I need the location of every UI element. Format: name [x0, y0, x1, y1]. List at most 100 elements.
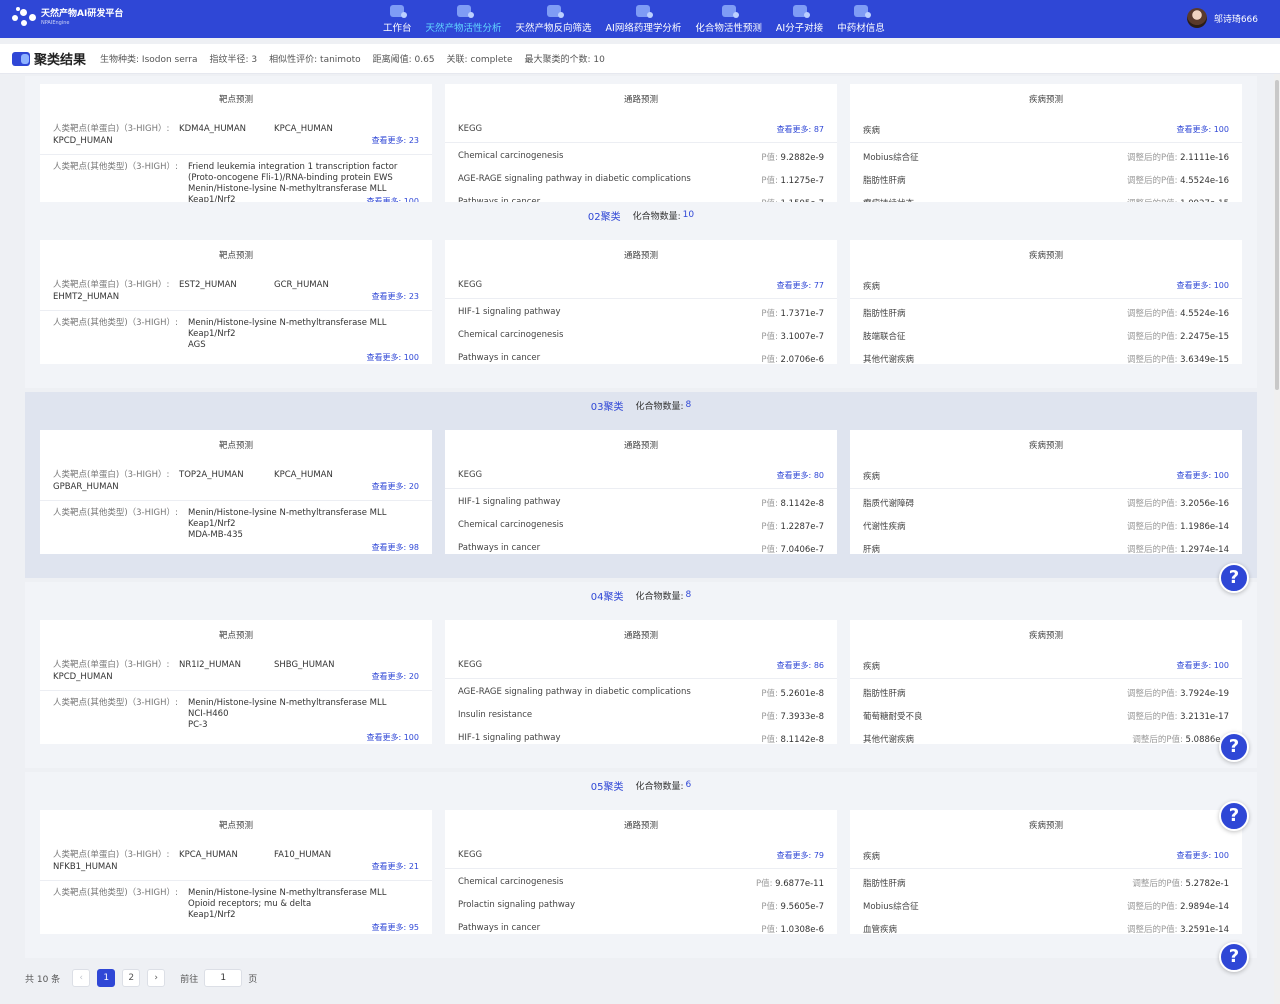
view-more-link[interactable]: 查看更多: 21 [372, 861, 419, 872]
pathway-row[interactable]: HIF-1 signaling pathway P值: 8.1142e-8 [458, 497, 824, 509]
prev-page-button[interactable]: ‹ [72, 969, 91, 987]
view-more-link[interactable]: 查看更多: 80 [777, 470, 824, 481]
target-name[interactable]: Menin/Histone-lysine N-methyltransferase… [188, 184, 386, 195]
pathway-row[interactable]: Pathways in cancer P值: 7.0406e-7 [458, 543, 824, 555]
target-name[interactable]: MDA-MB-435 [188, 530, 243, 541]
view-more-link[interactable]: 查看更多: 100 [1176, 470, 1229, 481]
view-more-link[interactable]: 查看更多: 100 [366, 352, 419, 363]
cluster-header[interactable]: 04聚类 化合物数量: 8 [25, 582, 1257, 608]
disease-row[interactable]: 脂肪性肝病 调整后的P值: 3.7924e-19 [863, 687, 1229, 699]
nav-item[interactable]: AI分子对接 [776, 0, 823, 38]
target-name[interactable]: Keap1/Nrf2 [188, 910, 236, 921]
view-more-link[interactable]: 查看更多: 20 [372, 671, 419, 682]
disease-row[interactable]: 血管疾病 调整后的P值: 3.2591e-14 [863, 923, 1229, 935]
disease-row[interactable]: 肝病 调整后的P值: 1.2974e-14 [863, 543, 1229, 555]
view-more-link[interactable]: 查看更多: 98 [372, 542, 419, 553]
help-button[interactable]: ? [1219, 732, 1249, 762]
target-name[interactable]: Menin/Histone-lysine N-methyltransferase… [188, 318, 386, 329]
disease-row[interactable]: Mobius综合征 调整后的P值: 2.9894e-14 [863, 900, 1229, 912]
target-name[interactable]: SHBG_HUMAN [274, 660, 334, 671]
nav-item[interactable]: 中药材信息 [837, 0, 885, 38]
pathway-row[interactable]: Pathways in cancer P值: 1.0308e-6 [458, 923, 824, 935]
pathway-row[interactable]: Chemical carcinogenesis P值: 9.2882e-9 [458, 151, 824, 163]
help-button[interactable]: ? [1219, 801, 1249, 831]
pathway-row[interactable]: Chemical carcinogenesis P值: 9.6877e-11 [458, 877, 824, 889]
nav-item[interactable]: 天然产物活性分析 [426, 0, 502, 38]
target-name[interactable]: Friend leukemia integration 1 transcript… [188, 162, 397, 173]
disease-row[interactable]: Mobius综合征 调整后的P值: 2.1111e-16 [863, 151, 1229, 163]
target-name[interactable]: KPCA_HUMAN [274, 124, 333, 135]
target-name[interactable]: KDM4A_HUMAN [179, 124, 246, 135]
page-scrollbar[interactable] [1274, 74, 1280, 1004]
page-1-button[interactable]: 1 [97, 969, 116, 987]
target-name[interactable]: GPBAR_HUMAN [53, 482, 119, 493]
view-more-link[interactable]: 查看更多: 100 [1176, 660, 1229, 671]
cluster-header[interactable]: 02聚类 化合物数量: 10 [25, 202, 1257, 228]
nav-item[interactable]: 化合物活性预测 [695, 0, 762, 38]
view-more-link[interactable]: 查看更多: 95 [372, 922, 419, 933]
target-name[interactable]: FA10_HUMAN [274, 850, 331, 861]
view-more-link[interactable]: 查看更多: 100 [1176, 280, 1229, 291]
target-name[interactable]: Opioid receptors; mu & delta [188, 899, 311, 910]
pathway-row[interactable]: Insulin resistance P值: 7.3933e-8 [458, 710, 824, 722]
target-name[interactable]: AGS [188, 340, 206, 351]
goto-page-input[interactable] [204, 969, 243, 987]
cluster-name[interactable]: 03聚类 [591, 398, 624, 413]
view-more-link[interactable]: 查看更多: 100 [366, 732, 419, 743]
view-more-link[interactable]: 查看更多: 79 [777, 850, 824, 861]
nav-item[interactable]: 天然产物反向筛选 [516, 0, 592, 38]
pathway-row[interactable]: Prolactin signaling pathway P值: 9.5605e-7 [458, 900, 824, 912]
pathway-row[interactable]: AGE-RAGE signaling pathway in diabetic c… [458, 174, 824, 186]
view-more-link[interactable]: 查看更多: 23 [372, 135, 419, 146]
disease-row[interactable]: 肢端联合征 调整后的P值: 2.2475e-15 [863, 330, 1229, 342]
scroll-thumb[interactable] [1275, 80, 1279, 390]
disease-row[interactable]: 葡萄糖耐受不良 调整后的P值: 3.2131e-17 [863, 710, 1229, 722]
disease-row[interactable]: 脂肪性肝病 调整后的P值: 5.2782e-1 [863, 877, 1229, 889]
view-more-link[interactable]: 查看更多: 100 [1176, 124, 1229, 135]
pathway-row[interactable]: HIF-1 signaling pathway P值: 1.7371e-7 [458, 307, 824, 319]
cluster-header[interactable]: 03聚类 化合物数量: 8 [25, 392, 1257, 418]
view-more-link[interactable]: 查看更多: 20 [372, 481, 419, 492]
view-more-link[interactable]: 查看更多: 86 [777, 660, 824, 671]
disease-row[interactable]: 脂质代谢障碍 调整后的P值: 3.2056e-16 [863, 497, 1229, 509]
target-name[interactable]: KPCD_HUMAN [53, 672, 113, 683]
pathway-row[interactable]: Pathways in cancer P值: 2.0706e-6 [458, 353, 824, 365]
target-name[interactable]: Menin/Histone-lysine N-methyltransferase… [188, 508, 386, 519]
view-more-link[interactable]: 查看更多: 77 [777, 280, 824, 291]
cluster-name[interactable]: 04聚类 [591, 588, 624, 603]
target-name[interactable]: EST2_HUMAN [179, 280, 237, 291]
view-more-link[interactable]: 查看更多: 23 [372, 291, 419, 302]
disease-row[interactable]: 脂肪性肝病 调整后的P值: 4.5524e-16 [863, 307, 1229, 319]
target-name[interactable]: Menin/Histone-lysine N-methyltransferase… [188, 888, 386, 899]
disease-row[interactable]: 其他代谢疾病 调整后的P值: 5.0886e-1 [863, 733, 1229, 745]
target-name[interactable]: EHMT2_HUMAN [53, 292, 119, 303]
target-name[interactable]: KPCD_HUMAN [53, 136, 113, 147]
pathway-row[interactable]: HIF-1 signaling pathway P值: 8.1142e-8 [458, 733, 824, 745]
next-page-button[interactable]: › [147, 969, 166, 987]
page-2-button[interactable]: 2 [122, 969, 141, 987]
pathway-row[interactable]: Chemical carcinogenesis P值: 3.1007e-7 [458, 330, 824, 342]
target-name[interactable]: GCR_HUMAN [274, 280, 329, 291]
pathway-row[interactable]: Chemical carcinogenesis P值: 1.2287e-7 [458, 520, 824, 532]
target-name[interactable]: KPCA_HUMAN [179, 850, 238, 861]
cluster-name[interactable]: 02聚类 [588, 208, 621, 223]
disease-row[interactable]: 代谢性疾病 调整后的P值: 1.1986e-14 [863, 520, 1229, 532]
help-button[interactable]: ? [1219, 563, 1249, 593]
cluster-name[interactable]: 05聚类 [591, 778, 624, 793]
target-name[interactable]: NCI-H460 [188, 709, 228, 720]
disease-row[interactable]: 其他代谢疾病 调整后的P值: 3.6349e-15 [863, 353, 1229, 365]
target-name[interactable]: Keap1/Nrf2 [188, 329, 236, 340]
target-name[interactable]: KPCA_HUMAN [274, 470, 333, 481]
pathway-row[interactable]: AGE-RAGE signaling pathway in diabetic c… [458, 687, 824, 699]
target-name[interactable]: Keap1/Nrf2 [188, 519, 236, 530]
nav-item[interactable]: 工作台 [383, 0, 412, 38]
disease-row[interactable]: 脂肪性肝病 调整后的P值: 4.5524e-16 [863, 174, 1229, 186]
target-name[interactable]: TOP2A_HUMAN [179, 470, 244, 481]
help-button[interactable]: ? [1219, 942, 1249, 972]
view-more-link[interactable]: 查看更多: 100 [1176, 850, 1229, 861]
target-name[interactable]: NFKB1_HUMAN [53, 862, 117, 873]
target-name[interactable]: Menin/Histone-lysine N-methyltransferase… [188, 698, 386, 709]
target-name[interactable]: NR1I2_HUMAN [179, 660, 241, 671]
view-more-link[interactable]: 查看更多: 87 [777, 124, 824, 135]
user-menu[interactable]: 邬诗琦666 [1186, 8, 1258, 28]
